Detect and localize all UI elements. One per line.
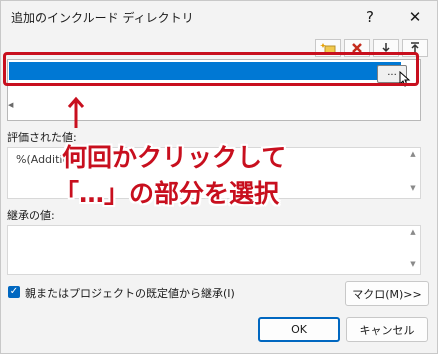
inherit-checkbox-label: 親またはプロジェクトの既定値から継承(I): [25, 287, 235, 300]
help-button[interactable]: ?: [351, 3, 389, 31]
annotation-highlight-box: [3, 52, 419, 86]
inherited-value-box: ▲ ▼: [7, 225, 421, 275]
inherited-value-label: 継承の値:: [7, 209, 55, 222]
scroll-down-arrow-icon[interactable]: ▼: [408, 184, 418, 192]
title-bar: 追加のインクルード ディレクトリ ? ✕: [1, 1, 437, 33]
annotation-text-line2: 「…」の部分を選択: [54, 179, 280, 208]
scroll-up-arrow-icon[interactable]: ▲: [408, 228, 418, 236]
scroll-up-arrow-icon[interactable]: ▲: [408, 150, 418, 158]
scroll-left-arrow-icon[interactable]: ◀: [8, 101, 13, 109]
macro-button[interactable]: マクロ(M)>>: [345, 281, 429, 306]
cancel-button[interactable]: キャンセル: [346, 317, 428, 342]
inherit-checkbox[interactable]: ✓: [8, 286, 20, 298]
annotation-up-arrow-icon: [67, 96, 85, 128]
annotation-text-line1: 何回かクリックして: [62, 143, 287, 172]
ok-button[interactable]: OK: [258, 317, 340, 342]
close-button[interactable]: ✕: [396, 3, 434, 31]
scroll-down-arrow-icon[interactable]: ▼: [408, 260, 418, 268]
dialog-title: 追加のインクルード ディレクトリ: [11, 11, 194, 25]
